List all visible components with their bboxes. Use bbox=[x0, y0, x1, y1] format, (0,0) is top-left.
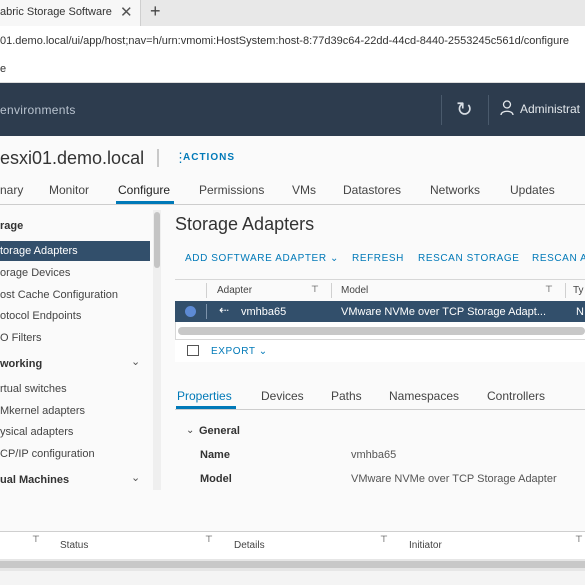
cell-type: N bbox=[576, 306, 584, 318]
filter-icon[interactable]: ⊤ bbox=[380, 534, 388, 545]
browser-tab-bar: abric Storage Software ✕ + bbox=[0, 0, 585, 26]
bookmark-item[interactable]: e bbox=[0, 63, 6, 75]
column-header-details[interactable]: Details bbox=[234, 540, 265, 551]
column-header-type[interactable]: Ty bbox=[573, 285, 584, 296]
column-separator bbox=[206, 283, 207, 298]
export-button[interactable]: EXPORT ⌄ bbox=[211, 346, 268, 357]
property-model-value: VMware NVMe over TCP Storage Adapter bbox=[351, 473, 557, 485]
tab-controllers[interactable]: Controllers bbox=[487, 389, 545, 403]
close-tab-icon[interactable]: ✕ bbox=[120, 3, 133, 21]
sidebar-section-virtual-machines[interactable]: ual Machines bbox=[0, 474, 69, 486]
filter-icon[interactable]: ⊤ bbox=[32, 534, 40, 545]
sidebar-section-storage[interactable]: rage bbox=[0, 220, 23, 232]
tab-datastores[interactable]: Datastores bbox=[343, 183, 401, 197]
cell-adapter: vmhba65 bbox=[241, 306, 287, 318]
header-divider bbox=[441, 95, 442, 125]
title-divider bbox=[157, 149, 159, 167]
sidebar-item-storage-devices[interactable]: orage Devices bbox=[0, 267, 70, 279]
column-separator[interactable] bbox=[331, 283, 332, 298]
general-section-title[interactable]: General bbox=[199, 425, 240, 437]
cell-model: VMware NVMe over TCP Storage Adapt... bbox=[341, 306, 547, 318]
tab-namespaces[interactable]: Namespaces bbox=[389, 389, 459, 403]
tab-configure[interactable]: Configure bbox=[118, 183, 170, 197]
column-toggle-icon[interactable] bbox=[187, 345, 199, 356]
active-tab-indicator bbox=[116, 201, 174, 204]
sidebar-item-host-cache[interactable]: ost Cache Configuration bbox=[0, 289, 118, 301]
column-separator[interactable] bbox=[565, 283, 566, 298]
chevron-down-icon[interactable]: ⌄ bbox=[131, 355, 140, 368]
url-text[interactable]: 01.demo.local/ui/app/host;nav=h/urn:vmom… bbox=[0, 35, 569, 47]
rescan-storage-button[interactable]: RESCAN STORAGE bbox=[418, 253, 520, 264]
content-title: Storage Adapters bbox=[175, 214, 315, 234]
table-row[interactable]: ⇠ vmhba65 VMware NVMe over TCP Storage A… bbox=[175, 301, 585, 322]
actions-button[interactable]: ACTIONS bbox=[183, 152, 235, 163]
refresh-button[interactable]: REFRESH bbox=[352, 253, 404, 264]
refresh-icon[interactable]: ↻ bbox=[456, 97, 473, 122]
tab-title: abric Storage Software bbox=[0, 6, 112, 18]
sidebar-item-io-filters[interactable]: O Filters bbox=[0, 332, 42, 344]
product-title: environments bbox=[0, 103, 76, 117]
user-menu[interactable]: Administrat bbox=[520, 102, 580, 116]
filter-icon[interactable]: ⊤ bbox=[311, 284, 319, 295]
sidebar-section-networking[interactable]: working bbox=[0, 358, 42, 370]
column-separator bbox=[206, 304, 207, 319]
property-name-value: vmhba65 bbox=[351, 449, 397, 461]
chevron-down-icon[interactable]: ⌄ bbox=[186, 425, 194, 436]
sidebar-item-vmkernel-adapters[interactable]: Mkernel adapters bbox=[0, 405, 85, 417]
filter-icon[interactable]: ⊤ bbox=[575, 534, 583, 545]
recent-tasks-header: ⊤ Status ⊤ Details ⊤ Initiator ⊤ bbox=[0, 531, 585, 560]
add-software-adapter-button[interactable]: ADD SOFTWARE ADAPTER ⌄ bbox=[185, 253, 339, 264]
column-header-initiator[interactable]: Initiator bbox=[409, 540, 442, 551]
address-bar[interactable]: 01.demo.local/ui/app/host;nav=h/urn:vmom… bbox=[0, 26, 585, 57]
new-tab-icon[interactable]: + bbox=[150, 1, 161, 22]
active-detail-tab-indicator bbox=[176, 406, 236, 409]
detail-tabs: Properties Devices Paths Namespaces Cont… bbox=[175, 383, 585, 410]
property-name-label: Name bbox=[200, 449, 230, 461]
header-divider bbox=[488, 95, 489, 125]
property-model-label: Model bbox=[200, 473, 232, 485]
adapter-icon: ⇠ bbox=[219, 303, 230, 317]
user-icon[interactable] bbox=[500, 100, 514, 116]
tab-monitor[interactable]: Monitor bbox=[49, 183, 89, 197]
row-select-radio[interactable] bbox=[185, 306, 196, 317]
sidebar-item-label: torage Adapters bbox=[0, 245, 78, 257]
browser-tab[interactable]: abric Storage Software ✕ bbox=[0, 0, 141, 26]
sidebar-item-protocol-endpoints[interactable]: otocol Endpoints bbox=[0, 310, 81, 322]
tab-summary[interactable]: nary bbox=[0, 183, 23, 197]
page-title: esxi01.demo.local bbox=[0, 148, 145, 168]
column-header-status[interactable]: Status bbox=[60, 540, 88, 551]
tab-updates[interactable]: Updates bbox=[510, 183, 555, 197]
grid-header: Adapter ⊤ Model ⊤ Ty bbox=[175, 280, 585, 302]
sidebar-item-physical-adapters[interactable]: ysical adapters bbox=[0, 426, 73, 438]
tab-paths[interactable]: Paths bbox=[331, 389, 362, 403]
tab-vms[interactable]: VMs bbox=[292, 183, 316, 197]
window-bottom-edge bbox=[0, 571, 585, 585]
grid-horizontal-scrollbar[interactable] bbox=[178, 327, 585, 335]
object-nav-tabs: nary Monitor Configure Permissions VMs D… bbox=[0, 176, 585, 205]
sidebar-item-virtual-switches[interactable]: rtual switches bbox=[0, 383, 67, 395]
tab-devices[interactable]: Devices bbox=[261, 389, 304, 403]
filter-icon[interactable]: ⊤ bbox=[205, 534, 213, 545]
tab-properties[interactable]: Properties bbox=[177, 389, 232, 403]
column-header-model[interactable]: Model bbox=[341, 285, 368, 296]
vsphere-header: environments ↻ Administrat bbox=[0, 83, 585, 136]
tab-networks[interactable]: Networks bbox=[430, 183, 480, 197]
column-header-adapter[interactable]: Adapter bbox=[217, 285, 252, 296]
chevron-down-icon[interactable]: ⌄ bbox=[131, 471, 140, 484]
sidebar-scroll-thumb[interactable] bbox=[154, 212, 160, 268]
rescan-adapter-button[interactable]: RESCAN A bbox=[532, 253, 585, 264]
sidebar-item-tcpip-configuration[interactable]: CP/IP configuration bbox=[0, 448, 95, 460]
bookmarks-bar: e bbox=[0, 56, 585, 83]
grid-footer: EXPORT ⌄ bbox=[175, 339, 585, 362]
tab-permissions[interactable]: Permissions bbox=[199, 183, 264, 197]
tasks-scroll-thumb[interactable] bbox=[0, 561, 585, 568]
filter-icon[interactable]: ⊤ bbox=[545, 284, 553, 295]
